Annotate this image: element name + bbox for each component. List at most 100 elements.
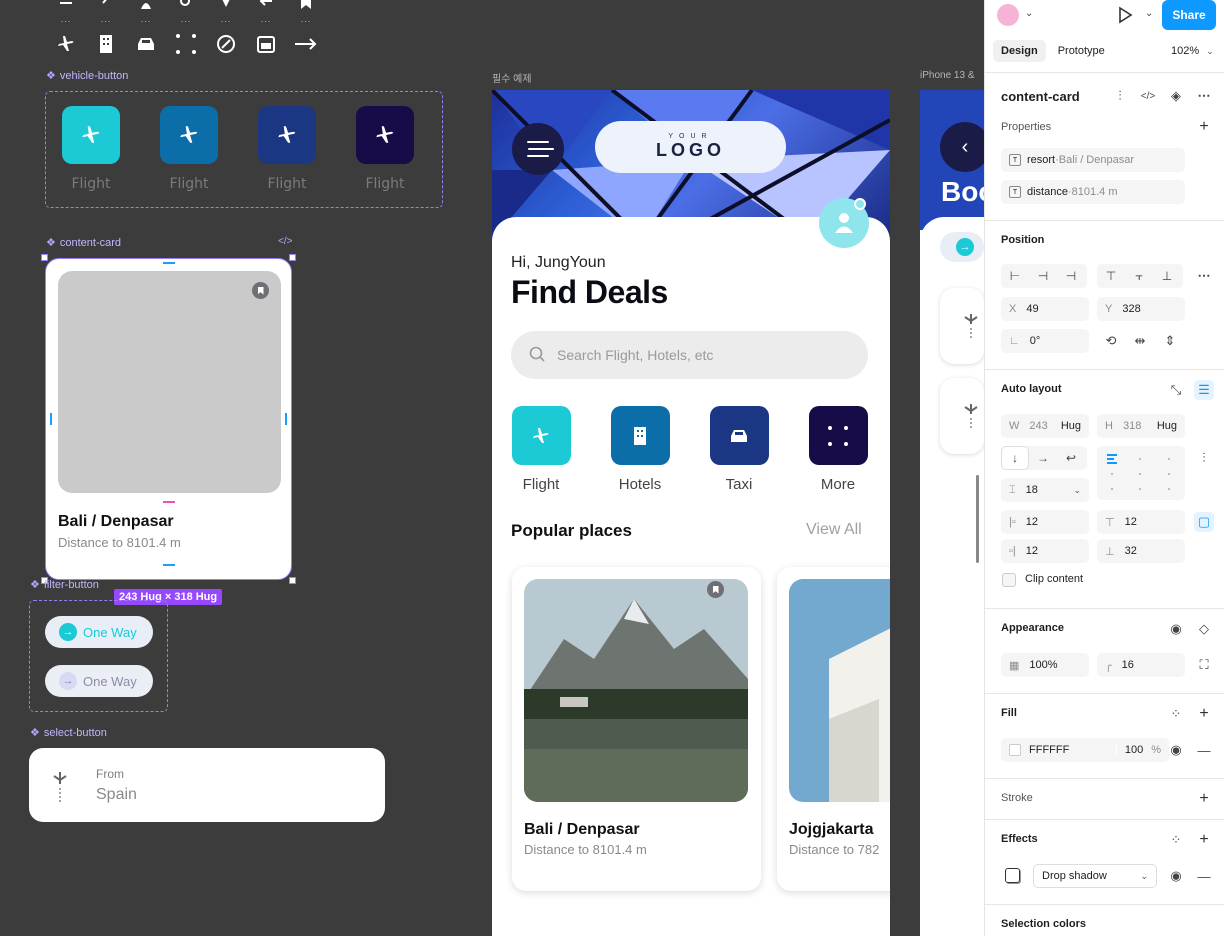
eye-icon[interactable]: ◉ [1166,740,1186,760]
car-icon[interactable] [126,31,166,57]
property-distance[interactable]: T distance · 8101.4 m [1001,180,1185,204]
effect-type-select[interactable]: Drop shadow ⌄ [1033,864,1157,888]
width-field[interactable]: W 243 Hug [1001,414,1089,438]
clip-content-checkbox[interactable] [1002,573,1016,587]
arrow-down-icon[interactable]: ↓ [1001,446,1029,470]
menu-button[interactable] [512,123,564,175]
app-frame-find-deals[interactable]: YOUR LOGO Hi, JungYoun Find Deals Search… [492,90,890,936]
blend-mode-icon[interactable]: ◇ [1194,619,1214,639]
auto-layout-settings-icon[interactable]: ☰ [1194,380,1214,400]
align-top-icon[interactable]: ⊤ [1097,264,1125,288]
remove-fill-icon[interactable]: — [1194,740,1214,760]
filter-button-active[interactable]: → One Way [45,616,153,648]
resize-handle[interactable] [289,254,296,261]
independent-padding-icon[interactable]: ▢ [1194,512,1214,532]
zoom-control[interactable]: 102% ⌄ [1171,45,1214,57]
align-center-h-icon[interactable]: ⊣ [1029,264,1057,288]
content-card-component[interactable]: Bali / Denpasar Distance to 8101.4 m [45,258,292,580]
category-taxi[interactable]: Taxi [709,406,769,493]
vehicle-button-component-label[interactable]: ❖ vehicle-button [46,69,128,83]
calendar-icon[interactable] [246,31,286,57]
app-frame-booking[interactable]: ‹ Boo → [920,90,984,936]
select-button[interactable] [940,288,984,364]
grid-dots-icon[interactable] [166,31,206,57]
code-icon[interactable]: </> [278,236,292,247]
rotation-field[interactable]: ∟ 0° [1001,329,1089,353]
tab-prototype[interactable]: Prototype [1050,40,1113,62]
filter-button-component-label[interactable]: ❖ filter-button [30,578,99,592]
x-field[interactable]: X 49 [1001,297,1089,321]
drop-shadow-icon[interactable] [1005,868,1020,883]
building-icon[interactable] [86,31,126,57]
corner-radius-field[interactable]: ╭ 16 [1097,653,1185,677]
align-bottom-icon[interactable]: ⊥ [1153,264,1181,288]
category-flight[interactable]: Flight [511,406,571,493]
flip-vertical-icon[interactable]: ⇕ [1160,331,1180,351]
gap-field[interactable]: ⌶ 18 ⌄ [1001,478,1089,502]
vehicle-button-1[interactable]: Flight [61,106,121,192]
filter-button-active[interactable]: → [940,232,984,262]
align-right-icon[interactable]: ⊣ [1057,264,1085,288]
independent-corners-icon[interactable]: ⛶ [1194,655,1214,675]
arrow-right-icon[interactable] [286,31,326,57]
collapse-icon[interactable]: ⤡ [1166,380,1186,400]
select-button[interactable] [940,378,984,454]
padding-left-field[interactable]: |▫ 12 [1001,510,1089,534]
y-field[interactable]: Y 328 [1097,297,1185,321]
frame-label-right[interactable]: iPhone 13 & [920,70,975,81]
filter-button-inactive[interactable]: → One Way [45,665,153,697]
discount-icon[interactable] [206,31,246,57]
bookmark-icon[interactable] [707,581,724,598]
align-middle-icon[interactable]: ⫟ [1125,264,1153,288]
remove-effect-icon[interactable]: — [1194,866,1214,886]
layout-settings-icon[interactable]: ⫶ [1194,448,1214,468]
fill-field[interactable]: FFFFFF 100 % [1001,738,1169,762]
place-card[interactable]: Jojgjakarta Distance to 782 [777,567,890,891]
fill-swatch[interactable] [1009,744,1021,756]
play-icon[interactable] [1117,6,1133,27]
select-button-component-label[interactable]: ❖ select-button [30,726,107,740]
styles-icon[interactable]: ⁘ [1166,704,1186,724]
more-icon[interactable]: ⋯ [1194,86,1214,106]
add-property-icon[interactable]: + [1194,117,1214,137]
align-left-icon[interactable]: ⊢ [1001,264,1029,288]
content-card-component-label[interactable]: ❖ content-card [46,236,121,250]
airplane-icon[interactable] [46,31,86,57]
canvas-scrollbar[interactable] [976,475,979,563]
category-more[interactable]: More [808,406,868,493]
flip-horizontal-icon[interactable]: ⇹ [1130,331,1150,351]
category-hotels[interactable]: Hotels [610,406,670,493]
component-icon[interactable]: ◈ [1166,86,1186,106]
styles-icon[interactable]: ⁘ [1166,830,1186,850]
add-fill-icon[interactable]: + [1194,704,1214,724]
resize-handle[interactable] [41,254,48,261]
back-button[interactable]: ‹ [940,122,984,172]
resize-handle[interactable] [289,577,296,584]
opacity-field[interactable]: ▦ 100% [1001,653,1089,677]
frame-label-middle[interactable]: 필수 예제 [492,70,532,85]
component-settings-icon[interactable]: ⫶ [1110,86,1130,106]
code-icon[interactable]: </> [1138,86,1158,106]
bookmark-icon[interactable] [252,282,269,299]
eye-icon[interactable]: ◉ [1166,619,1186,639]
chevron-down-icon[interactable]: ⌄ [1025,8,1033,19]
share-button[interactable]: Share [1162,0,1216,30]
rotate-icon[interactable]: ⟲ [1101,331,1121,351]
padding-right-field[interactable]: ▫| 12 [1001,539,1089,563]
eye-icon[interactable]: ◉ [1166,866,1186,886]
vehicle-button-4[interactable]: Flight [355,106,415,192]
vehicle-button-2[interactable]: Flight [159,106,219,192]
height-field[interactable]: H 318 Hug [1097,414,1185,438]
alignment-grid[interactable] [1097,446,1185,500]
wrap-icon[interactable]: ↩ [1057,446,1085,470]
chevron-down-icon[interactable]: ⌄ [1145,8,1153,19]
more-icon[interactable]: ⋯ [1194,266,1214,286]
avatar[interactable] [997,4,1019,26]
tab-design[interactable]: Design [993,40,1046,62]
arrow-right-icon[interactable]: → [1029,446,1057,470]
search-input[interactable]: Search Flight, Hotels, etc [511,331,868,379]
view-all-link[interactable]: View All [806,521,862,539]
select-button-component[interactable]: From Spain [29,748,385,822]
padding-top-field[interactable]: ⊤ 12 [1097,510,1185,534]
padding-bottom-field[interactable]: ⊥ 32 [1097,539,1185,563]
